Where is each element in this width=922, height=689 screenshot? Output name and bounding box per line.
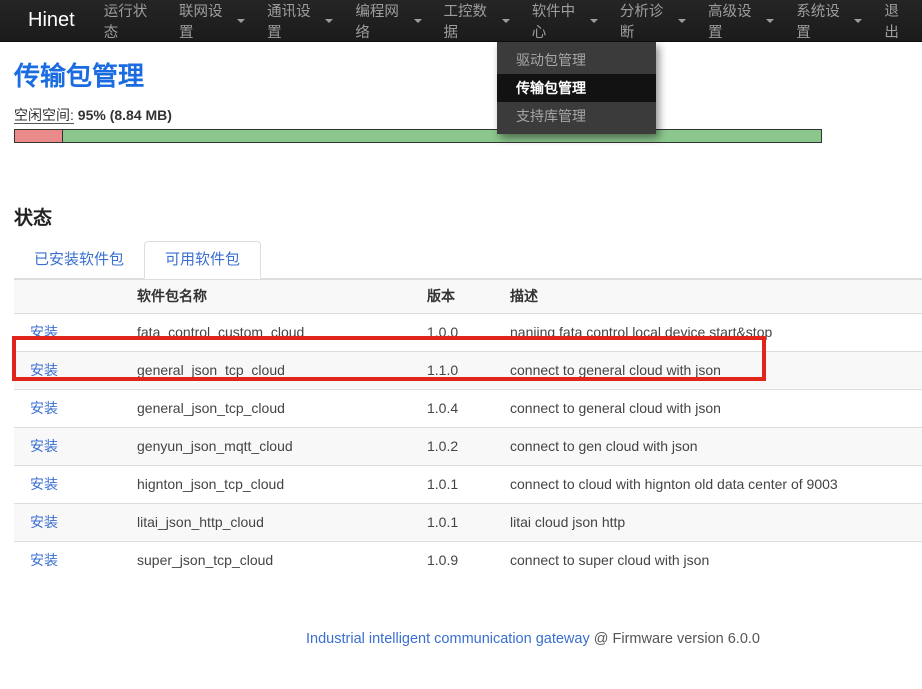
nav-item-programming-network[interactable]: 编程网络	[344, 0, 432, 42]
nav-item-logout[interactable]: 退出	[873, 0, 922, 42]
header-description: 描述	[494, 280, 922, 314]
free-space-label: 空闲空间:	[14, 107, 74, 124]
table-row: 安装 general_json_tcp_cloud 1.1.0 connect …	[14, 352, 922, 390]
caret-down-icon	[854, 19, 862, 23]
header-version: 版本	[411, 280, 494, 314]
nav-item-analysis-diagnosis[interactable]: 分析诊断	[609, 0, 697, 42]
nav-item-running-status[interactable]: 运行状态	[93, 0, 168, 42]
package-version: 1.0.1	[411, 466, 494, 504]
package-version: 1.0.9	[411, 542, 494, 580]
tab-available-packages[interactable]: 可用软件包	[144, 241, 261, 279]
firmware-version-text: @ Firmware version 6.0.0	[594, 631, 760, 647]
install-button[interactable]: 安装	[30, 362, 58, 378]
package-name: genyun_json_mqtt_cloud	[121, 428, 411, 466]
table-row: 安装 fata_control_custom_cloud 1.0.0 nanji…	[14, 314, 922, 352]
package-description: connect to general cloud with json	[494, 352, 922, 390]
package-name: general_json_tcp_cloud	[121, 390, 411, 428]
package-version: 1.1.0	[411, 352, 494, 390]
top-navbar: Hinet 运行状态 联网设置 通讯设置 编程网络 工控数据 软件中心 分析诊断…	[0, 0, 922, 42]
package-name: super_json_tcp_cloud	[121, 542, 411, 580]
package-description: connect to general cloud with json	[494, 390, 922, 428]
install-button[interactable]: 安装	[30, 438, 58, 454]
main-content: 传输包管理 空闲空间: 95% (8.84 MB) 状态 已安装软件包 可用软件…	[0, 61, 922, 279]
install-button[interactable]: 安装	[30, 324, 58, 340]
package-name: general_json_tcp_cloud	[121, 352, 411, 390]
page-title: 传输包管理	[14, 61, 922, 91]
table-row: 安装 super_json_tcp_cloud 1.0.9 connect to…	[14, 542, 922, 580]
caret-down-icon	[414, 19, 422, 23]
gateway-link[interactable]: Industrial intelligent communication gat…	[306, 631, 590, 647]
nav-items: 运行状态 联网设置 通讯设置 编程网络 工控数据 软件中心 分析诊断 高级设置 …	[93, 0, 922, 42]
package-description: litai cloud json http	[494, 504, 922, 542]
nav-item-industrial-data[interactable]: 工控数据	[433, 0, 521, 42]
package-version: 1.0.2	[411, 428, 494, 466]
table-row: 安装 genyun_json_mqtt_cloud 1.0.2 connect …	[14, 428, 922, 466]
header-action	[14, 280, 121, 314]
dropdown-item-driver-package[interactable]: 驱动包管理	[497, 46, 656, 74]
package-description: connect to cloud with hignton old data c…	[494, 466, 922, 504]
nav-item-software-center[interactable]: 软件中心	[521, 0, 609, 42]
free-space-bar	[14, 129, 822, 143]
nav-item-comm-settings[interactable]: 通讯设置	[256, 0, 344, 42]
free-space-line: 空闲空间: 95% (8.84 MB)	[14, 107, 922, 124]
package-table: 软件包名称 版本 描述 安装 fata_control_custom_cloud…	[14, 279, 922, 579]
caret-down-icon	[590, 19, 598, 23]
free-space-bar-free	[63, 130, 821, 142]
software-center-dropdown: 驱动包管理 传输包管理 支持库管理	[497, 42, 656, 134]
package-tabs: 已安装软件包 可用软件包	[14, 241, 922, 279]
dropdown-item-transfer-package[interactable]: 传输包管理	[497, 74, 656, 102]
dropdown-item-support-library[interactable]: 支持库管理	[497, 102, 656, 130]
free-space-bar-used	[15, 130, 63, 142]
package-version: 1.0.1	[411, 504, 494, 542]
status-heading: 状态	[14, 207, 922, 230]
install-button[interactable]: 安装	[30, 400, 58, 416]
table-row: 安装 general_json_tcp_cloud 1.0.4 connect …	[14, 390, 922, 428]
package-version: 1.0.0	[411, 314, 494, 352]
caret-down-icon	[502, 19, 510, 23]
header-name: 软件包名称	[121, 280, 411, 314]
table-header-row: 软件包名称 版本 描述	[14, 280, 922, 314]
package-version: 1.0.4	[411, 390, 494, 428]
install-button[interactable]: 安装	[30, 514, 58, 530]
nav-item-advanced-settings[interactable]: 高级设置	[697, 0, 785, 42]
page-footer: Industrial intelligent communication gat…	[0, 631, 922, 648]
package-name: litai_json_http_cloud	[121, 504, 411, 542]
caret-down-icon	[325, 19, 333, 23]
install-button[interactable]: 安装	[30, 476, 58, 492]
package-name: hignton_json_tcp_cloud	[121, 466, 411, 504]
install-button[interactable]: 安装	[30, 552, 58, 568]
package-name: fata_control_custom_cloud	[121, 314, 411, 352]
table-row: 安装 litai_json_http_cloud 1.0.1 litai clo…	[14, 504, 922, 542]
package-description: connect to gen cloud with json	[494, 428, 922, 466]
package-description: connect to super cloud with json	[494, 542, 922, 580]
tab-installed-packages[interactable]: 已安装软件包	[14, 242, 144, 278]
nav-item-system-settings[interactable]: 系统设置	[785, 0, 873, 42]
free-space-value: 95% (8.84 MB)	[78, 107, 172, 123]
brand-logo[interactable]: Hinet	[0, 9, 93, 32]
table-row: 安装 hignton_json_tcp_cloud 1.0.1 connect …	[14, 466, 922, 504]
nav-item-network-settings[interactable]: 联网设置	[168, 0, 256, 42]
caret-down-icon	[766, 19, 774, 23]
caret-down-icon	[678, 19, 686, 23]
caret-down-icon	[237, 19, 245, 23]
package-description: nanjing fata control local device start&…	[494, 314, 922, 352]
